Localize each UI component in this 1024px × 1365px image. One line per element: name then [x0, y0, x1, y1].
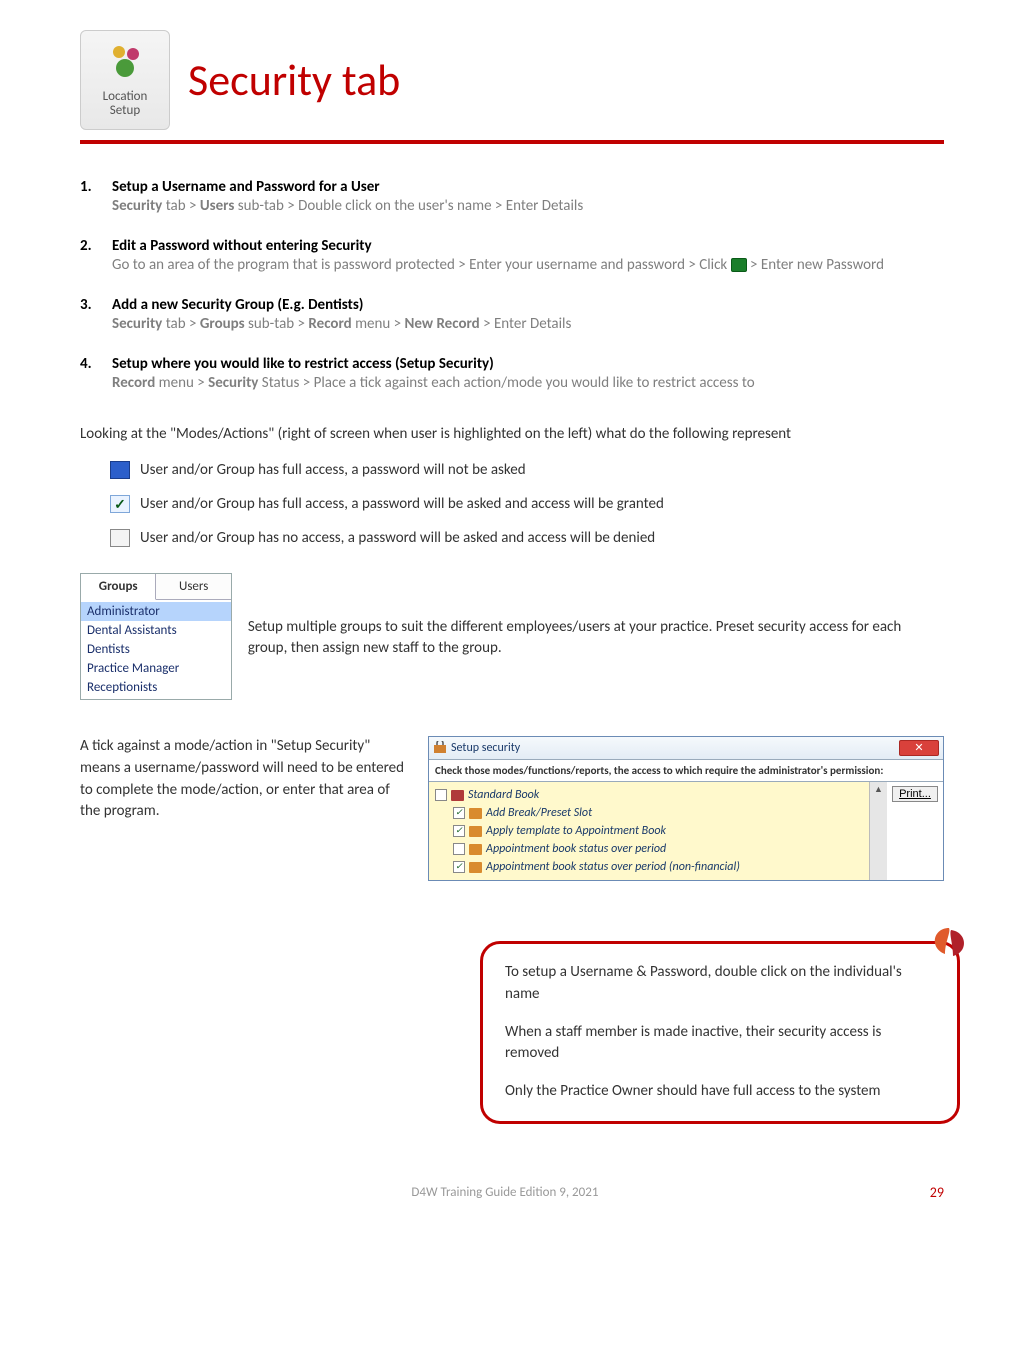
list-item[interactable]: Dentists [81, 640, 231, 659]
leaf-icon [921, 914, 977, 970]
step-body: Record menu > Security Status > Place a … [112, 373, 944, 394]
tab-users[interactable]: Users [156, 574, 230, 600]
step-number: 2. [80, 237, 102, 255]
legend-text: User and/or Group has no access, a passw… [140, 529, 655, 547]
key-icon [731, 258, 747, 272]
page-number: 29 [930, 1184, 944, 1201]
setup-security-description: A tick against a mode/action in "Setup S… [80, 736, 410, 823]
tree-row[interactable]: ✓Appointment book status over period (no… [435, 858, 863, 876]
window-subtitle: Check those modes/functions/reports, the… [429, 760, 943, 782]
print-button[interactable]: Print... [892, 786, 938, 802]
groups-tabset: Groups Users Administrator Dental Assist… [80, 573, 232, 700]
page-footer: D4W Training Guide Edition 9, 2021 29 [80, 1184, 944, 1201]
list-item[interactable]: Dental Assistants [81, 621, 231, 640]
legend-row: User and/or Group has full access, a pas… [110, 461, 944, 479]
permission-tree: Standard Book ✓Add Break/Preset Slot ✓Ap… [429, 782, 869, 880]
list-item[interactable]: Receptionists [81, 678, 231, 697]
legend-text: User and/or Group has full access, a pas… [140, 461, 526, 479]
checkbox-icon[interactable]: ✓ [453, 807, 465, 819]
scroll-up-icon[interactable]: ▲ [874, 784, 883, 795]
tree-row[interactable]: ✓Add Break/Preset Slot [435, 804, 863, 822]
tree-row[interactable]: ✓Apply template to Appointment Book [435, 822, 863, 840]
step-number: 4. [80, 355, 102, 373]
step-heading: Setup where you would like to restrict a… [112, 355, 494, 373]
close-button[interactable]: ✕ [899, 740, 939, 756]
checkbox-icon[interactable]: ✓ [453, 825, 465, 837]
icon-label-line2: Setup [110, 103, 140, 118]
groups-description: Setup multiple groups to suit the differ… [248, 573, 944, 659]
step-item: 2. Edit a Password without entering Secur… [80, 237, 944, 276]
setup-security-window: Setup security ✕ Check those modes/funct… [428, 736, 944, 881]
step-body: Security tab > Groups sub-tab > Record m… [112, 314, 944, 335]
steps-list: 1. Setup a Username and Password for a Us… [80, 178, 944, 394]
groups-section: Groups Users Administrator Dental Assist… [80, 573, 944, 700]
folder-icon [469, 844, 482, 855]
step-heading: Add a new Security Group (E.g. Dentists) [112, 296, 363, 314]
callout-text: Only the Practice Owner should have full… [505, 1081, 935, 1103]
step-item: 4. Setup where you would like to restrict… [80, 355, 944, 394]
scrollbar[interactable]: ▲ [869, 782, 887, 880]
icon-label-line1: Location [103, 89, 148, 104]
step-body: Security tab > Users sub-tab > Double cl… [112, 196, 944, 217]
header-rule [80, 140, 944, 144]
step-item: 1. Setup a Username and Password for a Us… [80, 178, 944, 217]
group-list: Administrator Dental Assistants Dentists… [81, 600, 231, 699]
callout-text: To setup a Username & Password, double c… [505, 962, 935, 1006]
step-heading: Setup a Username and Password for a User [112, 178, 380, 196]
step-number: 1. [80, 178, 102, 196]
setup-security-section: A tick against a mode/action in "Setup S… [80, 736, 944, 881]
step-number: 3. [80, 296, 102, 314]
legend-row: ✓ User and/or Group has full access, a p… [110, 495, 944, 513]
step-heading: Edit a Password without entering Securit… [112, 237, 372, 255]
checkbox-checked-icon: ✓ [110, 495, 130, 513]
legend-text: User and/or Group has full access, a pas… [140, 495, 664, 513]
tree-row[interactable]: Standard Book [435, 786, 863, 804]
list-item[interactable]: Administrator [81, 602, 231, 621]
tree-row[interactable]: Appointment book status over period [435, 840, 863, 858]
callout-text: When a staff member is made inactive, th… [505, 1022, 935, 1066]
checkbox-icon[interactable] [453, 843, 465, 855]
window-title: Setup security [451, 741, 520, 755]
checkbox-icon[interactable]: ✓ [453, 861, 465, 873]
folder-icon [469, 808, 482, 819]
checkbox-blue-icon [110, 461, 130, 479]
list-item[interactable]: Practice Manager [81, 659, 231, 678]
app-icon [433, 741, 447, 755]
tips-callout: To setup a Username & Password, double c… [480, 941, 960, 1124]
tab-groups[interactable]: Groups [81, 574, 156, 600]
page-header: LocationSetup Security tab [80, 30, 944, 130]
footer-text: D4W Training Guide Edition 9, 2021 [411, 1185, 598, 1200]
checkbox-empty-icon [110, 529, 130, 547]
location-setup-icon: LocationSetup [80, 30, 170, 130]
folder-icon [469, 826, 482, 837]
window-titlebar: Setup security ✕ [429, 737, 943, 760]
step-item: 3. Add a new Security Group (E.g. Dentist… [80, 296, 944, 335]
folder-icon [451, 790, 464, 801]
legend-row: User and/or Group has no access, a passw… [110, 529, 944, 547]
folder-icon [469, 862, 482, 873]
checkbox-icon[interactable] [435, 789, 447, 801]
step-body: Go to an area of the program that is pas… [112, 255, 944, 276]
page-title: Security tab [188, 53, 400, 107]
intro-question: Looking at the "Modes/Actions" (right of… [80, 424, 944, 445]
